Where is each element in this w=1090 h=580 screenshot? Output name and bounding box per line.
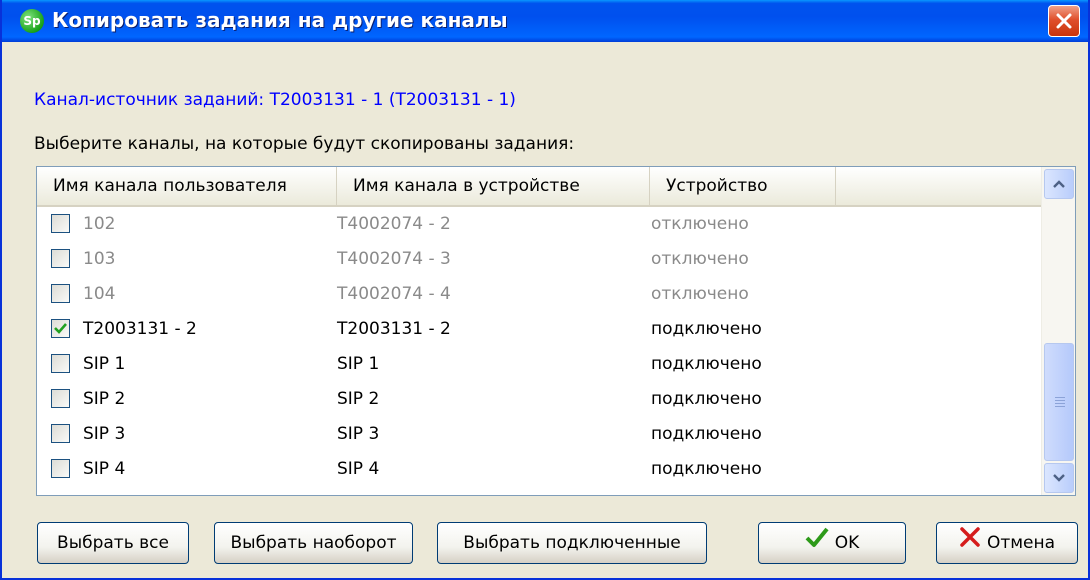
cell-user-name: SIP 2 xyxy=(83,389,126,409)
cell-user-name: 103 xyxy=(83,249,116,269)
vertical-scrollbar[interactable] xyxy=(1041,167,1075,495)
scroll-down-button[interactable] xyxy=(1044,463,1074,493)
table-row[interactable]: 103 T4002074 - 3 отключено xyxy=(37,242,1041,276)
row-checkbox[interactable] xyxy=(51,319,70,338)
row-checkbox[interactable] xyxy=(51,354,70,373)
channels-list[interactable]: Имя канала пользователя Имя канала в уст… xyxy=(36,166,1076,496)
cell-status: подключено xyxy=(651,424,762,444)
table-row[interactable]: 104 T4002074 - 4 отключено xyxy=(37,277,1041,311)
table-row[interactable]: SIP 4 SIP 4 подключено xyxy=(37,452,1041,486)
row-checkbox[interactable] xyxy=(51,249,70,268)
row-checkbox[interactable] xyxy=(51,284,70,303)
select-inverse-button[interactable]: Выбрать наоборот xyxy=(214,522,413,564)
cell-status: отключено xyxy=(651,249,749,269)
cell-device-name: SIP 3 xyxy=(337,424,380,444)
table-row[interactable]: T2003131 - 2 T2003131 - 2 подключено xyxy=(37,312,1041,346)
cell-user-name: 104 xyxy=(83,284,116,304)
scroll-up-button[interactable] xyxy=(1044,169,1074,199)
sp-app-icon: Sp xyxy=(20,9,44,33)
ok-button[interactable]: OK xyxy=(758,522,906,564)
close-button[interactable] xyxy=(1048,5,1080,37)
select-all-button[interactable]: Выбрать все xyxy=(37,522,189,564)
scroll-thumb[interactable] xyxy=(1044,343,1074,461)
cell-status: подключено xyxy=(651,459,762,479)
close-icon xyxy=(1056,13,1072,29)
select-connected-button[interactable]: Выбрать подключенные xyxy=(437,522,707,564)
cancel-button[interactable]: Отмена xyxy=(936,522,1078,564)
chevron-up-icon xyxy=(1053,180,1065,188)
ok-label: OK xyxy=(834,533,860,553)
table-row[interactable]: SIP 1 SIP 1 подключено xyxy=(37,347,1041,381)
cell-user-name: 102 xyxy=(83,214,116,234)
chevron-down-icon xyxy=(1053,474,1065,482)
table-row[interactable]: SIP 2 SIP 2 подключено xyxy=(37,382,1041,416)
cell-device-name: T4002074 - 2 xyxy=(337,214,451,234)
row-checkbox[interactable] xyxy=(51,214,70,233)
cell-device-name: T4002074 - 4 xyxy=(337,284,451,304)
table-row[interactable]: SIP 3 SIP 3 подключено xyxy=(37,417,1041,451)
column-header-device[interactable]: Устройство xyxy=(650,167,836,205)
row-checkbox[interactable] xyxy=(51,459,70,478)
cell-device-name: SIP 1 xyxy=(337,354,380,374)
cell-status: отключено xyxy=(651,214,749,234)
cell-user-name: SIP 4 xyxy=(83,459,126,479)
cancel-label: Отмена xyxy=(986,533,1056,553)
cell-user-name: SIP 1 xyxy=(83,354,126,374)
column-header-device-name[interactable]: Имя канала в устройстве xyxy=(337,167,650,205)
cell-device-name: T4002074 - 3 xyxy=(337,249,451,269)
column-header-user-name[interactable]: Имя канала пользователя xyxy=(37,167,337,205)
row-checkbox[interactable] xyxy=(51,424,70,443)
window-title: Копировать задания на другие каналы xyxy=(52,8,508,32)
cell-device-name: SIP 4 xyxy=(337,459,380,479)
source-channel-label: Канал-источник заданий: T2003131 - 1 (T2… xyxy=(34,90,516,110)
copy-tasks-dialog: Sp Копировать задания на другие каналы К… xyxy=(0,0,1090,580)
cell-device-name: T2003131 - 2 xyxy=(337,319,451,339)
cell-status: подключено xyxy=(651,354,762,374)
select-channels-label: Выберите каналы, на которые будут скопир… xyxy=(34,134,575,154)
red-x-icon xyxy=(959,523,981,563)
cell-user-name: T2003131 - 2 xyxy=(83,319,197,339)
title-bar[interactable]: Sp Копировать задания на другие каналы xyxy=(2,0,1088,42)
cell-status: подключено xyxy=(651,389,762,409)
checkmark-icon xyxy=(805,523,829,563)
list-header: Имя канала пользователя Имя канала в уст… xyxy=(37,167,1041,207)
row-checkbox[interactable] xyxy=(51,389,70,408)
cell-status: подключено xyxy=(651,319,762,339)
checkmark-icon xyxy=(54,323,67,334)
table-row[interactable]: 102 T4002074 - 2 отключено xyxy=(37,207,1041,241)
cell-user-name: SIP 3 xyxy=(83,424,126,444)
cell-status: отключено xyxy=(651,284,749,304)
cell-device-name: SIP 2 xyxy=(337,389,380,409)
